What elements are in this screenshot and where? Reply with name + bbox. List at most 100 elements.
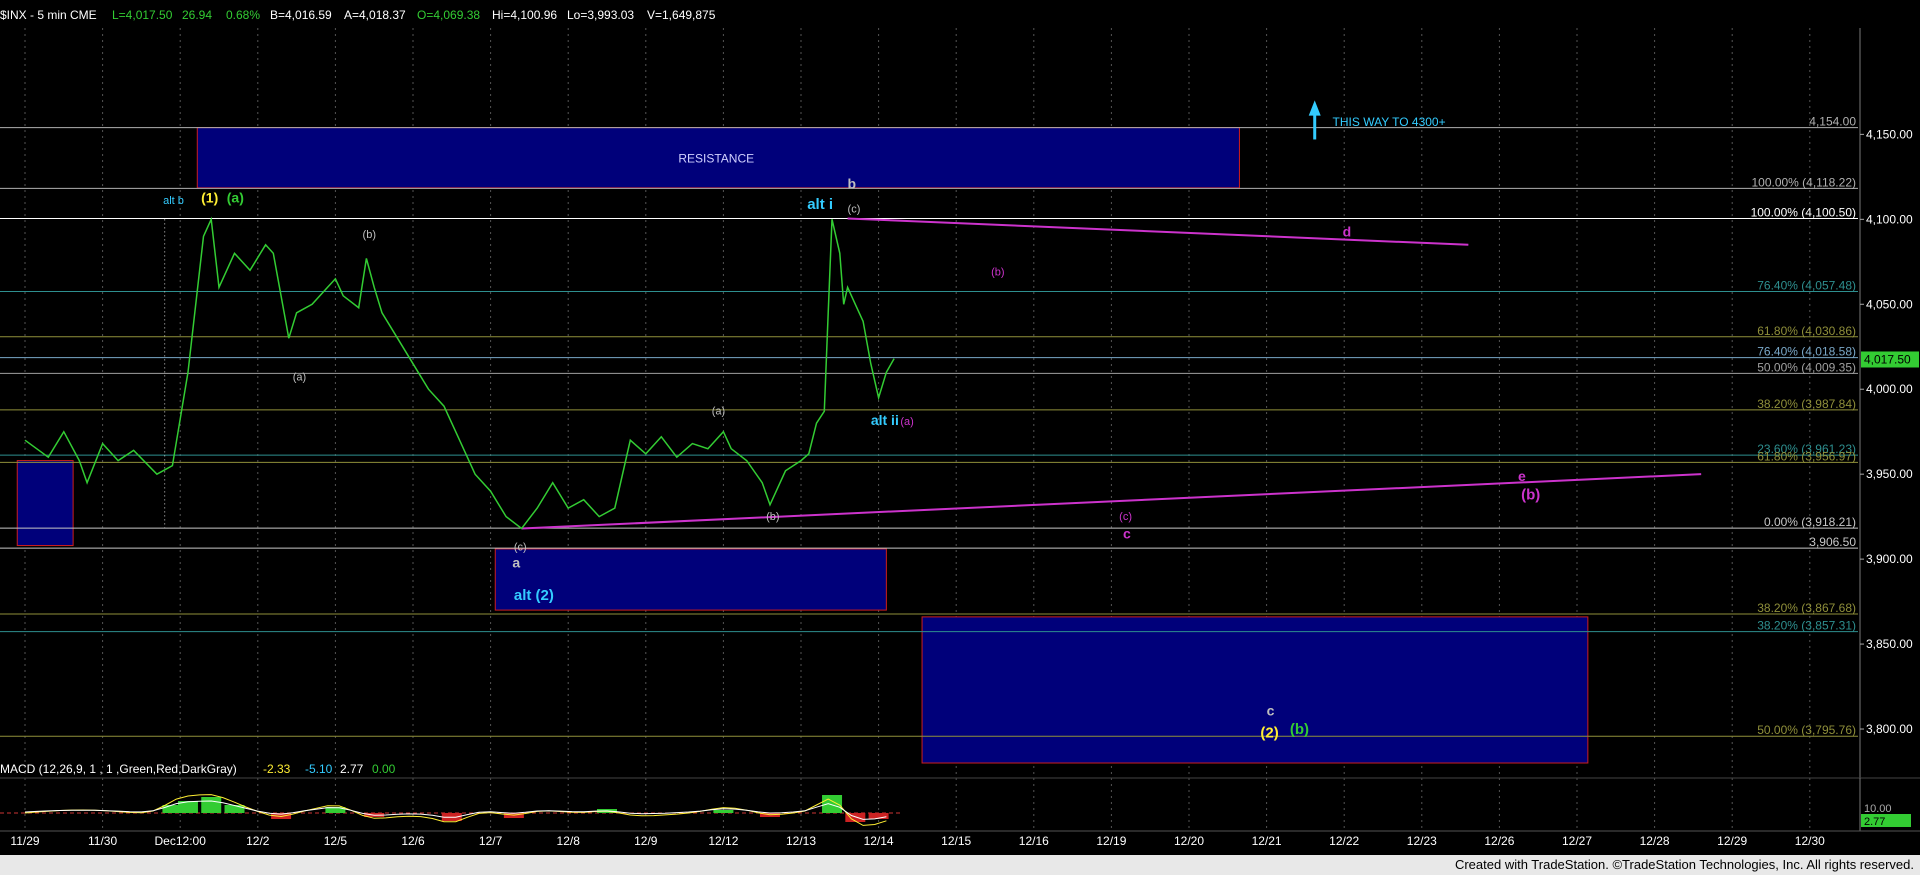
ask-value: A=4,018.37 [344, 8, 406, 22]
zone-box [16, 460, 74, 547]
fib-level-label: 38.20% (3,867.68) [1757, 601, 1856, 615]
wave-label: (c) [514, 542, 527, 554]
x-tick-label: 12/13 [786, 834, 816, 848]
up-arrow-head [1308, 100, 1321, 116]
x-tick-label: 12/15 [941, 834, 971, 848]
x-tick-label: 12/22 [1329, 834, 1359, 848]
macd-label: MACD (12,26,9, 1 , 1 ,Green,Red,DarkGray… [0, 762, 237, 776]
wave-label: alt (2) [514, 587, 554, 604]
fib-level-label: 38.20% (3,857.31) [1757, 619, 1856, 633]
header-svg: $INX - 5 min CME L=4,017.50 26.94 0.68% … [0, 8, 716, 22]
change-pct-value: 0.68% [226, 8, 260, 22]
high-value: Hi=4,100.96 [492, 8, 557, 22]
y-tick-label: 3,800.00 [1866, 722, 1913, 736]
macd-histogram-bar [224, 805, 245, 813]
symbol-label: $INX - 5 min CME [0, 8, 97, 22]
macd-axis-label: 10.00 [1864, 803, 1892, 815]
x-tick-label: 12/19 [1096, 834, 1126, 848]
triangle-trend-line [847, 217, 1469, 246]
fib-level-label: 76.40% (4,057.48) [1757, 279, 1856, 293]
x-tick-label: 12/20 [1174, 834, 1204, 848]
fib-level-label: 4,154.00 [1809, 115, 1856, 129]
low-value: Lo=3,993.03 [567, 8, 634, 22]
x-tick-label: 12/28 [1640, 834, 1670, 848]
y-tick-label: 3,950.00 [1866, 467, 1913, 481]
footer-bar: Created with TradeStation. ©TradeStation… [0, 855, 1920, 875]
fib-level-label: 50.00% (3,795.76) [1757, 723, 1856, 737]
wave-label: (a) [293, 372, 306, 384]
x-tick-label: 12/26 [1484, 834, 1514, 848]
wave-label: c [1267, 702, 1275, 718]
wave-label: (b) [766, 511, 779, 523]
macd-histogram-bar [713, 810, 734, 813]
wave-label: (a) [900, 416, 913, 428]
x-tick-label: 11/30 [88, 834, 117, 848]
y-tick-label: 4,050.00 [1866, 297, 1913, 311]
y-tick-label: 3,900.00 [1866, 552, 1913, 566]
wave-label: (b) [991, 266, 1004, 278]
zone-boxes-layer: RESISTANCE [16, 127, 1589, 764]
fib-level-label: 76.40% (4,018.58) [1757, 345, 1856, 359]
macd-value-4: 0.00 [372, 762, 396, 776]
fib-level-label: 0.00% (3,918.21) [1764, 515, 1856, 529]
wave-label: (b) [1521, 487, 1540, 504]
x-tick-label: 12/27 [1562, 834, 1592, 848]
wave-label: (a) [227, 189, 244, 205]
x-axis-layer: 11/29 11/30 Dec12:00 12/2 12/5 12/6 12/7 12/8 12… [0, 830, 1920, 848]
y-tick-label: 4,000.00 [1866, 382, 1913, 396]
macd-histogram-bar [201, 797, 222, 813]
wave-label: b [848, 176, 857, 192]
change-value: 26.94 [182, 8, 212, 22]
y-tick-label: 4,150.00 [1866, 127, 1913, 141]
wave-label: alt i [807, 196, 833, 213]
x-tick-label: 12/8 [557, 834, 581, 848]
x-tick-label: 12/12 [708, 834, 738, 848]
wave-label: alt ii [871, 412, 899, 428]
y-tick-label: 4,100.00 [1866, 212, 1913, 226]
wave-label: alt b [163, 195, 184, 207]
x-tick-label: 12/29 [1717, 834, 1747, 848]
x-tick-label: 11/29 [10, 834, 39, 848]
x-tick-label: 12/14 [864, 834, 894, 848]
wave-label: a [512, 555, 520, 571]
macd-panel: MACD (12,26,9, 1 , 1 ,Green,Red,DarkGray… [0, 762, 1920, 831]
open-value: O=4,069.38 [417, 8, 480, 22]
chart-header: $INX - 5 min CME L=4,017.50 26.94 0.68% … [0, 0, 1920, 28]
macd-value-1: -2.33 [263, 762, 291, 776]
x-tick-label: 12/21 [1252, 834, 1282, 848]
macd-value-2: -5.10 [305, 762, 333, 776]
wave-label: (2) [1260, 725, 1278, 742]
wave-label: e [1518, 468, 1526, 484]
bid-value: B=4,016.59 [270, 8, 332, 22]
wave-label: (1) [201, 189, 218, 205]
wave-label: c [1123, 526, 1131, 542]
footer-copyright: Created with TradeStation. ©TradeStation… [1454, 857, 1914, 872]
wave-label: THIS WAY TO 4300+ [1333, 115, 1446, 129]
x-tick-label: 12/6 [401, 834, 425, 848]
macd-histogram-bar [822, 795, 843, 813]
wave-label: d [1343, 223, 1352, 239]
x-tick-label: 12/2 [246, 834, 270, 848]
wave-label: (c) [1119, 511, 1132, 523]
wave-label: (b) [363, 229, 376, 241]
macd-value-3: 2.77 [340, 762, 364, 776]
x-tick-label: 12/5 [324, 834, 348, 848]
y-axis-layer: 3,800.00 3,850.00 3,900.00 3,950.00 4,000.00… [1859, 28, 1919, 831]
fib-level-label: 3,906.50 [1809, 535, 1856, 549]
x-tick-label: 12/23 [1407, 834, 1437, 848]
wave-label: (b) [1290, 721, 1309, 738]
price-chart[interactable]: RESISTANCE 4,154.00 100.00% (4,118.22) 100… [0, 28, 1920, 855]
price-series-layer [24, 216, 895, 530]
fib-level-label: 61.80% (4,030.86) [1757, 324, 1856, 338]
x-tick-label: Dec12:00 [155, 834, 207, 848]
fib-level-label: 100.00% (4,100.50) [1751, 205, 1856, 219]
zone-box [494, 548, 887, 611]
zone-box [921, 616, 1589, 764]
fib-level-label: 50.00% (4,009.35) [1757, 360, 1856, 374]
last-price-marker-label: 4,017.50 [1864, 352, 1911, 366]
wave-label: (c) [848, 204, 861, 216]
fib-level-label: 61.80% (3,956.97) [1757, 449, 1856, 463]
x-tick-label: 12/16 [1019, 834, 1049, 848]
x-tick-label: 12/7 [479, 834, 503, 848]
last-price-value: L=4,017.50 [112, 8, 173, 22]
